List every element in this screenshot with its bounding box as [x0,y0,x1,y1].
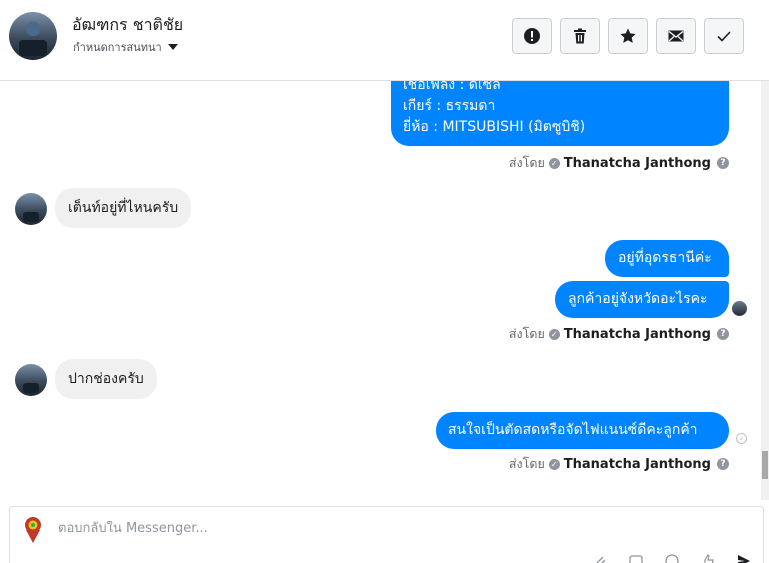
sent-by-prefix: ส่งโดย [508,155,545,170]
contact-name[interactable]: อัฒฑกร ชาติชัย [72,13,183,38]
saved-reply-icon [629,555,643,563]
send-button[interactable] [735,552,753,563]
outgoing-message[interactable]: อยู่ที่อุดรธานีค่ะ [605,240,729,277]
message-line: เกียร์ : ธรรมดา [403,98,496,114]
contact-avatar-small[interactable] [15,364,47,396]
star-icon [620,28,636,43]
scrollbar-thumb[interactable] [762,451,768,479]
send-icon [738,555,750,563]
composer-tools [591,552,753,563]
emoji-button[interactable] [663,552,681,563]
page-logo-icon [25,517,41,543]
trash-icon [574,28,586,44]
mark-spam-button[interactable] [512,18,552,54]
sent-by-prefix: ส่งโดย [508,456,545,471]
envelope-icon [668,30,684,42]
mark-done-button[interactable] [704,18,744,54]
paperclip-icon [596,556,606,563]
sent-by-prefix: ส่งโดย [508,326,545,341]
incoming-message[interactable]: เต็นท์อยู่ที่ไหนครับ [55,188,192,228]
sender-name[interactable]: Thanatcha Janthong [564,156,711,171]
sent-by-line: ส่งโดย ✓ Thanatcha Janthong ? [509,153,729,173]
help-icon[interactable]: ? [717,328,729,340]
page-avatar [18,514,48,544]
sender-name[interactable]: Thanatcha Janthong [564,457,711,472]
saved-reply-button[interactable] [627,552,645,563]
delete-button[interactable] [560,18,600,54]
outgoing-message[interactable]: สนใจเป็นตัดสดหรือจัดไฟแนนซ์ดีคะลูกค้า [436,412,729,449]
mark-unread-button[interactable] [656,18,696,54]
sent-by-line: ส่งโดย ✓ Thanatcha Janthong ? [509,454,729,474]
check-icon [717,31,731,42]
help-icon[interactable]: ? [717,157,729,169]
conversation-header: อัฒฑกร ชาติชัย กำหนดการสนทนา [0,0,769,81]
reply-composer [9,506,764,563]
message-line: ยี่ห้อ : MITSUBISHI (มิตซูบิชิ) [403,119,586,135]
sender-name[interactable]: Thanatcha Janthong [564,327,711,342]
assign-conversation-label: กำหนดการสนทนา [73,41,162,54]
help-icon[interactable]: ? [717,458,729,470]
incoming-message[interactable]: ปากช่องครับ [55,359,157,399]
verified-icon: ✓ [548,157,560,169]
thumbs-up-icon [704,554,714,563]
outgoing-message[interactable]: ลูกค้าอยู่จังหวัดอะไรคะ [555,281,729,318]
verified-icon: ✓ [548,458,560,470]
reply-input[interactable] [58,521,658,536]
attach-button[interactable] [591,552,609,563]
thread-scrollbar[interactable] [761,81,769,500]
message-line: เชื้อเพลิง : ดีเซล [403,81,501,93]
assign-conversation-dropdown[interactable]: กำหนดการสนทนา [73,38,178,56]
outgoing-message[interactable]: เชื้อเพลิง : ดีเซล เกียร์ : ธรรมดา ยี่ห้… [391,81,729,146]
emoji-icon [665,554,679,563]
verified-icon: ✓ [548,328,560,340]
message-thread[interactable]: เชื้อเพลิง : ดีเซล เกียร์ : ธรรมดา ยี่ห้… [0,81,769,500]
sent-by-line: ส่งโดย ✓ Thanatcha Janthong ? [509,324,729,344]
like-button[interactable] [699,552,717,563]
header-actions [512,18,744,54]
seen-avatar [732,301,747,316]
sent-status-icon: ✓ [736,433,747,444]
contact-avatar[interactable] [9,12,57,60]
contact-avatar-small[interactable] [15,193,47,225]
star-button[interactable] [608,18,648,54]
caret-down-icon [167,44,178,50]
alert-icon [524,28,540,44]
